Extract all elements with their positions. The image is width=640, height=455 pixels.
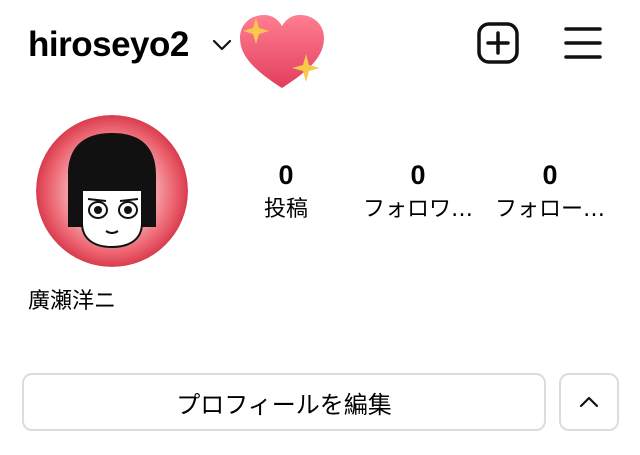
- posts-label: 投稿: [263, 197, 308, 222]
- avatar-illustration: [36, 115, 188, 267]
- plus-square-icon[interactable]: [475, 20, 521, 66]
- chevron-down-icon[interactable]: [212, 38, 232, 52]
- following-count: 0: [542, 160, 558, 190]
- avatar[interactable]: [36, 115, 188, 267]
- suggestions-toggle-button[interactable]: [559, 373, 619, 431]
- stat-following[interactable]: 0 フォロー…: [480, 158, 620, 226]
- sparkling-heart-icon: [240, 15, 324, 88]
- stat-posts[interactable]: 0 投稿: [216, 158, 356, 226]
- edit-profile-button[interactable]: プロフィールを編集: [22, 373, 546, 431]
- username-title[interactable]: hiroseyo2: [28, 20, 189, 70]
- followers-count: 0: [410, 160, 426, 190]
- followers-label: フォロワ…: [362, 197, 473, 222]
- display-name: 廣瀬洋ニ: [28, 289, 117, 314]
- stat-followers[interactable]: 0 フォロワ…: [348, 158, 488, 226]
- following-label: フォロー…: [494, 197, 605, 222]
- chevron-up-icon: [579, 396, 599, 408]
- posts-count: 0: [278, 160, 294, 190]
- hamburger-menu-icon[interactable]: [560, 22, 606, 64]
